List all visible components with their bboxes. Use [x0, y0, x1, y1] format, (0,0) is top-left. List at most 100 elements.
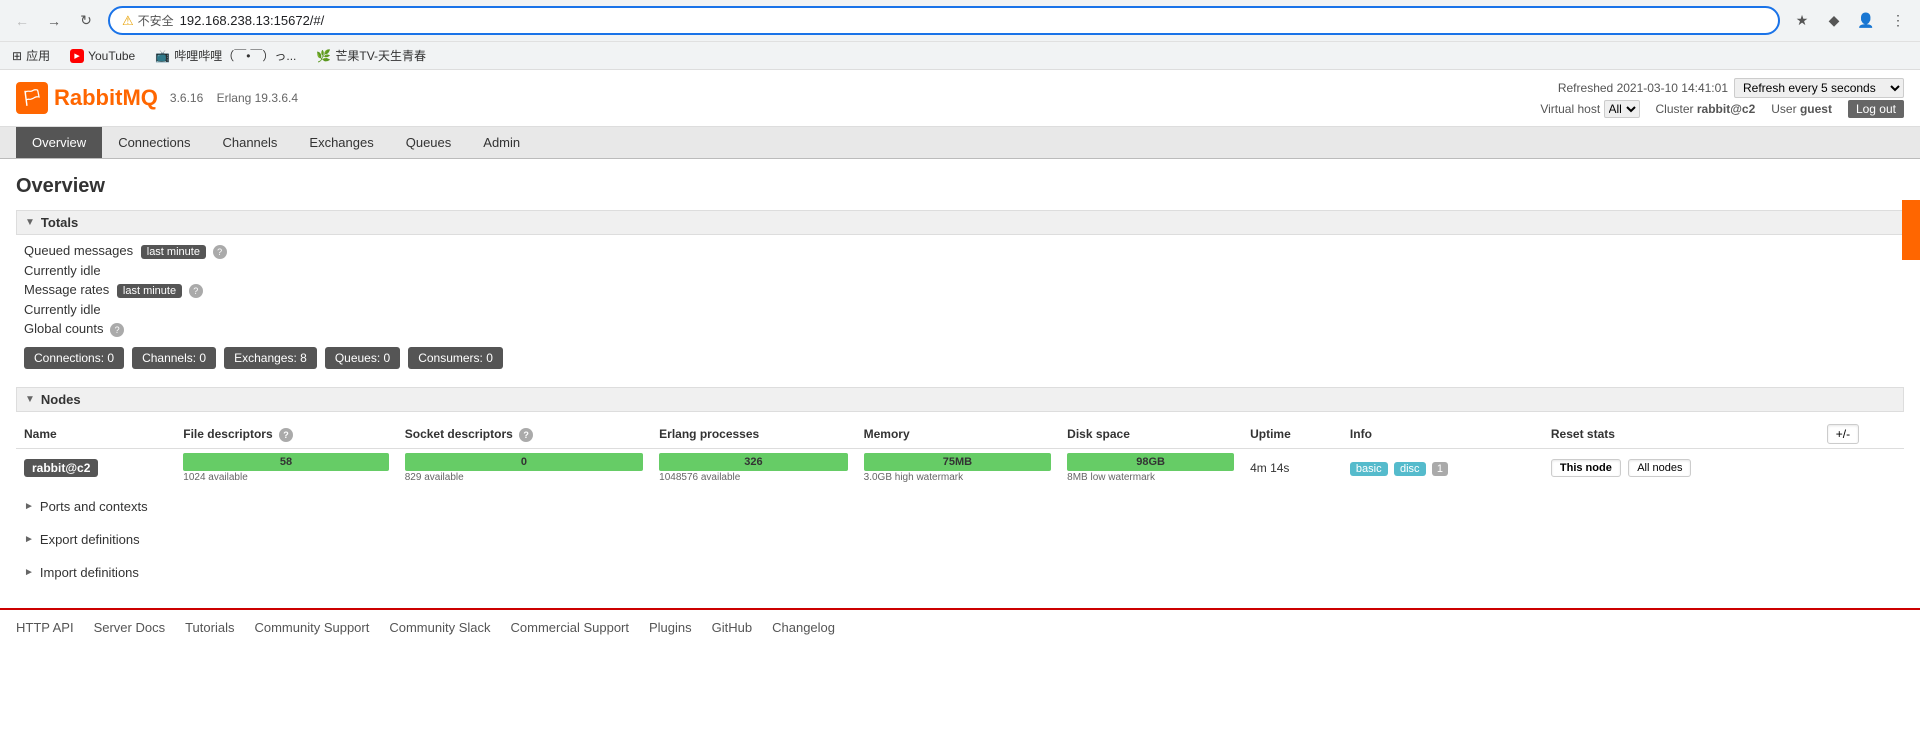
- footer-changelog[interactable]: Changelog: [772, 620, 835, 635]
- tab-channels[interactable]: Channels: [206, 127, 293, 158]
- global-counts-help-icon[interactable]: ?: [110, 323, 124, 337]
- apps-label: 应用: [26, 47, 50, 64]
- nodes-table-wrap: Name File descriptors ? Socket descripto…: [16, 420, 1904, 487]
- menu-button[interactable]: ⋮: [1884, 7, 1912, 35]
- col-reset-stats: Reset stats: [1543, 420, 1819, 449]
- security-icon: ⚠: [122, 13, 134, 29]
- footer-community-support[interactable]: Community Support: [254, 620, 369, 635]
- forward-button[interactable]: →: [40, 7, 68, 35]
- export-arrow-icon: ►: [24, 534, 34, 545]
- bilibili-label: 哔哩哔哩（￣•￣）っ...: [174, 47, 296, 64]
- file-descriptors-cell: 58 1024 available: [175, 449, 396, 488]
- insecure-label: 不安全: [138, 12, 174, 29]
- bookmark-bilibili[interactable]: 📺 哔哩哔哩（￣•￣）っ...: [151, 45, 300, 66]
- reset-stats-cell: This node All nodes: [1543, 449, 1819, 488]
- message-rates-badge[interactable]: last minute: [117, 284, 182, 298]
- bookmark-apps[interactable]: ⊞ 应用: [8, 45, 54, 66]
- rmq-nav: Overview Connections Channels Exchanges …: [0, 127, 1920, 159]
- this-node-button[interactable]: This node: [1551, 459, 1621, 477]
- exchanges-count[interactable]: Exchanges: 8: [224, 347, 317, 369]
- bookmark-star-button[interactable]: ★: [1788, 7, 1816, 35]
- tab-queues[interactable]: Queues: [390, 127, 468, 158]
- logout-button[interactable]: Log out: [1848, 100, 1904, 118]
- currently-idle-2-row: Currently idle: [24, 302, 1896, 317]
- footer-server-docs[interactable]: Server Docs: [94, 620, 166, 635]
- tab-connections[interactable]: Connections: [102, 127, 206, 158]
- ports-header[interactable]: ► Ports and contexts: [16, 493, 1904, 520]
- bookmark-youtube[interactable]: YouTube: [66, 47, 139, 65]
- bilibili-icon: 📺: [155, 49, 170, 63]
- footer-commercial-support[interactable]: Commercial Support: [511, 620, 630, 635]
- mango-label: 芒果TV-天生青春: [335, 47, 426, 64]
- info-num-tag: 1: [1432, 462, 1448, 476]
- file-descriptors-sub: 1024 available: [183, 472, 388, 483]
- message-rates-help-icon[interactable]: ?: [189, 284, 203, 298]
- socket-descriptors-help-icon[interactable]: ?: [519, 428, 533, 442]
- col-socket-descriptors: Socket descriptors ?: [397, 420, 651, 449]
- footer-http-api[interactable]: HTTP API: [16, 620, 74, 635]
- disk-space-sub: 8MB low watermark: [1067, 472, 1234, 483]
- rmq-main: Overview ▼ Totals Queued messages last m…: [0, 159, 1920, 608]
- table-row: rabbit@c2 58 1024 available 0 829 availa…: [16, 449, 1904, 488]
- queued-messages-badge[interactable]: last minute: [141, 245, 206, 259]
- nodes-table: Name File descriptors ? Socket descripto…: [16, 420, 1904, 487]
- queued-messages-help-icon[interactable]: ?: [213, 245, 227, 259]
- back-button[interactable]: ←: [8, 7, 36, 35]
- tab-overview[interactable]: Overview: [16, 127, 102, 158]
- node-name-badge[interactable]: rabbit@c2: [24, 459, 98, 477]
- global-counts-row: Global counts ?: [24, 321, 1896, 337]
- connections-count[interactable]: Connections: 0: [24, 347, 124, 369]
- apps-icon: ⊞: [12, 49, 22, 63]
- reload-button[interactable]: ↻: [72, 7, 100, 35]
- page-title: Overview: [16, 175, 1904, 198]
- col-erlang-processes: Erlang processes: [651, 420, 856, 449]
- nodes-arrow-icon: ▼: [25, 394, 35, 405]
- file-descriptors-bar: 58: [183, 453, 388, 471]
- erlang-processes-sub: 1048576 available: [659, 472, 848, 483]
- tab-exchanges[interactable]: Exchanges: [293, 127, 389, 158]
- currently-idle-1-row: Currently idle: [24, 263, 1896, 278]
- memory-sub: 3.0GB high watermark: [864, 472, 1052, 483]
- totals-header[interactable]: ▼ Totals: [16, 210, 1904, 235]
- footer-community-slack[interactable]: Community Slack: [389, 620, 490, 635]
- global-counts-label: Global counts: [24, 321, 104, 336]
- nodes-header[interactable]: ▼ Nodes: [16, 387, 1904, 412]
- profile-button[interactable]: 👤: [1852, 7, 1880, 35]
- virtual-host-select[interactable]: All: [1604, 100, 1640, 118]
- import-arrow-icon: ►: [24, 567, 34, 578]
- footer-tutorials[interactable]: Tutorials: [185, 620, 234, 635]
- info-basic-tag: basic: [1350, 462, 1388, 476]
- consumers-count[interactable]: Consumers: 0: [408, 347, 503, 369]
- rmq-right-accent: [1902, 200, 1920, 260]
- tab-admin[interactable]: Admin: [467, 127, 536, 158]
- browser-actions: ★ ◆ 👤 ⋮: [1788, 7, 1912, 35]
- footer-plugins[interactable]: Plugins: [649, 620, 692, 635]
- address-input[interactable]: [180, 13, 1766, 28]
- ports-arrow-icon: ►: [24, 501, 34, 512]
- bookmarks-bar: ⊞ 应用 YouTube 📺 哔哩哔哩（￣•￣）っ... 🌿 芒果TV-天生青春: [0, 41, 1920, 69]
- rmq-footer: HTTP API Server Docs Tutorials Community…: [0, 608, 1920, 645]
- footer-github[interactable]: GitHub: [712, 620, 752, 635]
- import-label: Import definitions: [40, 565, 139, 580]
- bookmark-mango[interactable]: 🌿 芒果TV-天生青春: [312, 45, 430, 66]
- import-header[interactable]: ► Import definitions: [16, 559, 1904, 586]
- col-plus-minus: +/-: [1819, 420, 1904, 449]
- info-disc-tag: disc: [1394, 462, 1426, 476]
- socket-descriptors-bar: 0: [405, 453, 643, 471]
- channels-count[interactable]: Channels: 0: [132, 347, 216, 369]
- rmq-meta-row: Virtual host All Cluster rabbit@c2 User …: [1540, 100, 1904, 118]
- message-rates-row: Message rates last minute ?: [24, 282, 1896, 298]
- extension-puzzle-button[interactable]: ◆: [1820, 7, 1848, 35]
- plus-minus-button[interactable]: +/-: [1827, 424, 1859, 444]
- file-descriptors-help-icon[interactable]: ?: [279, 428, 293, 442]
- rmq-logo-area: 🏳 RabbitMQ 3.6.16 Erlang 19.3.6.4: [16, 82, 298, 114]
- refresh-select[interactable]: Refresh every 5 seconds Refresh every 10…: [1734, 78, 1904, 98]
- address-bar[interactable]: ⚠ 不安全: [108, 6, 1780, 35]
- export-header[interactable]: ► Export definitions: [16, 526, 1904, 553]
- col-disk-space: Disk space: [1059, 420, 1242, 449]
- message-rates-label: Message rates: [24, 282, 109, 297]
- refreshed-label: Refreshed 2021-03-10 14:41:01: [1558, 81, 1728, 95]
- all-nodes-button[interactable]: All nodes: [1628, 459, 1691, 477]
- memory-bar: 75MB: [864, 453, 1052, 471]
- queues-count[interactable]: Queues: 0: [325, 347, 400, 369]
